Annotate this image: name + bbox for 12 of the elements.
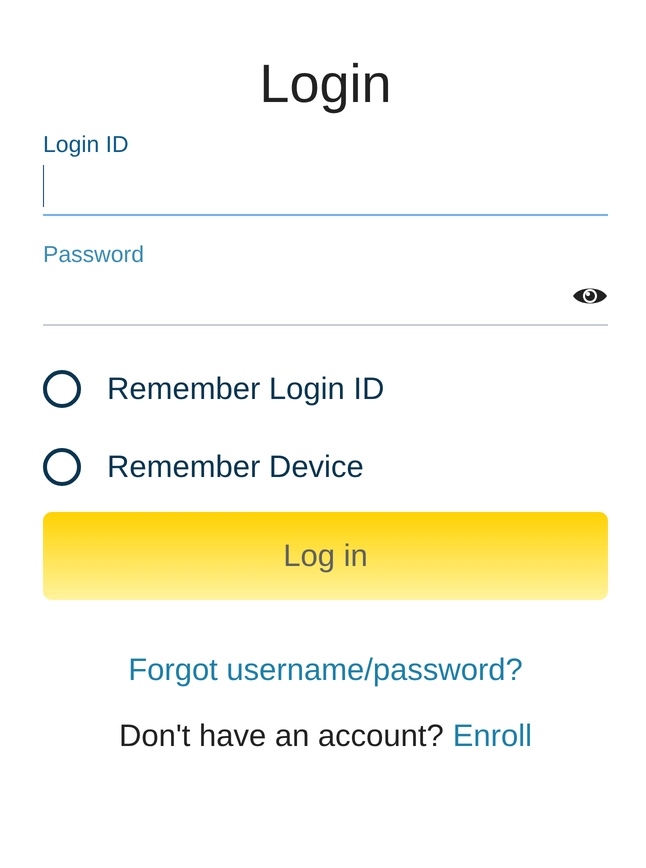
field-label: Login ID xyxy=(43,130,129,158)
enroll-prompt: Don't have an account? xyxy=(118,718,444,753)
radio-button[interactable] xyxy=(43,370,81,408)
option-label: Remember Device xyxy=(107,449,364,485)
login-button[interactable]: Log in xyxy=(43,512,608,600)
forgot-link[interactable]: Forgot username/password? xyxy=(128,652,523,687)
enroll-link[interactable]: Enroll xyxy=(452,718,532,753)
option-label: Remember Login ID xyxy=(107,371,384,407)
text-cursor xyxy=(43,165,44,207)
radio-button[interactable] xyxy=(43,448,81,486)
page-title: Login xyxy=(258,53,393,116)
field-label: Password xyxy=(43,240,144,268)
